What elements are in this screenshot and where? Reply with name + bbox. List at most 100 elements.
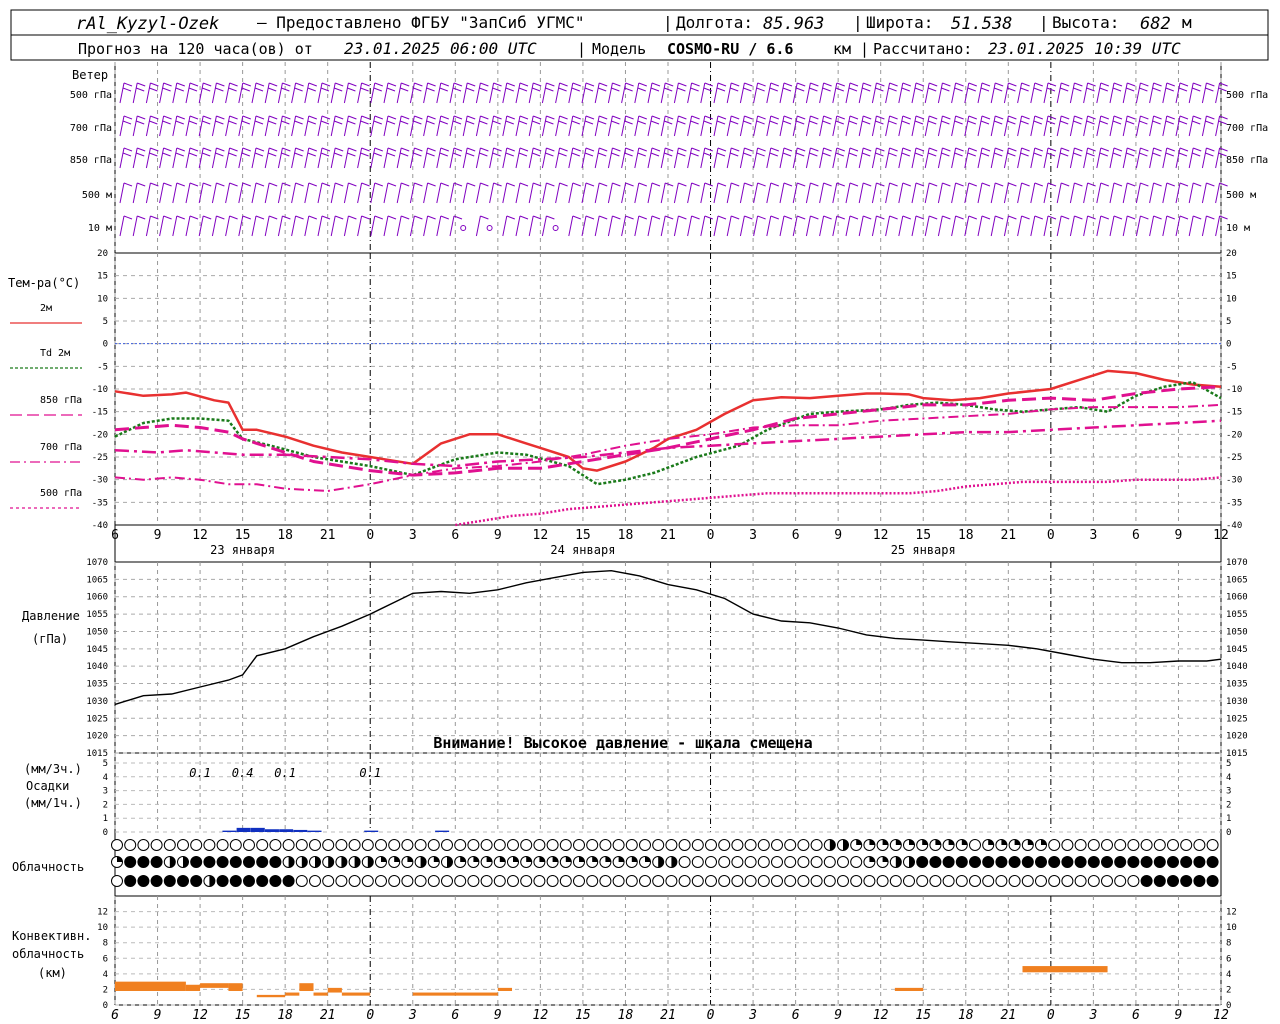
wind-barb-shaft	[1069, 215, 1075, 237]
wind-barb-shaft	[145, 82, 151, 104]
convective-cloud-panel: 12 1210 108 86 64 42 20 0	[97, 908, 1237, 1011]
cloud-quarter	[961, 839, 968, 845]
temp-tick-right: 0	[1226, 340, 1231, 350]
wind-barb-shaft	[383, 115, 389, 137]
wind-barb-flag	[546, 82, 555, 87]
wind-barb-flag	[941, 152, 950, 157]
wind-barb-shaft	[1030, 82, 1036, 104]
wind-barb-flag	[967, 120, 976, 125]
wind-barb-flag	[122, 152, 132, 157]
wind-barb-flag	[229, 182, 238, 187]
temp-tick-right: -30	[1226, 476, 1242, 486]
wind-barb-shaft	[317, 215, 323, 237]
cloud-symbol	[982, 856, 995, 868]
wind-barb-flag	[188, 152, 198, 157]
conv-tick-left: 6	[103, 954, 108, 964]
wind-barb-flag	[730, 87, 739, 92]
wind-barb-flag	[611, 152, 620, 157]
cloud-symbol	[203, 856, 216, 868]
wind-barb-shaft	[1109, 215, 1115, 237]
wind-barb-flag	[480, 215, 489, 220]
wind-barb-shaft	[159, 115, 165, 137]
wind-barb-shaft	[291, 115, 297, 137]
cloud-symbol	[876, 875, 889, 887]
wind-barb-shaft	[845, 115, 851, 137]
wind-barb-shaft	[132, 82, 138, 104]
wind-barb-shaft	[1122, 215, 1128, 237]
pressure-warning: Внимание! Высокое давление - шкала смеще…	[433, 734, 812, 752]
cloud-symbol	[903, 875, 915, 887]
wind-barb-shaft	[132, 215, 138, 237]
wind-barb-flag	[863, 82, 872, 87]
cloud-half	[315, 856, 321, 868]
wind-barb-shaft	[1109, 147, 1115, 169]
cloud-symbol	[1074, 839, 1087, 851]
wind-barb-flag	[848, 120, 858, 125]
wind-barb-flag	[914, 120, 924, 125]
wind-barb-flag	[215, 120, 224, 125]
model-name: COSMO-RU / 6.6	[667, 40, 793, 58]
wind-barb-flag	[1073, 87, 1082, 92]
cloud-symbol	[243, 839, 255, 851]
cloud-symbol	[256, 875, 269, 887]
wind-barb-shaft	[449, 147, 455, 169]
wind-barb-shaft	[607, 215, 613, 237]
cloud-symbol	[1114, 839, 1127, 851]
wind-barb-flag	[980, 87, 990, 92]
wind-barb-flag	[889, 147, 898, 152]
wind-barb-flag	[373, 152, 382, 157]
cloud-symbol	[1101, 875, 1113, 887]
cloud-symbol	[441, 875, 453, 887]
wind-barb-shaft	[449, 215, 455, 237]
wind-barb-flag	[308, 115, 317, 120]
cloud-panel	[111, 839, 1219, 887]
wind-barb-shaft	[555, 147, 561, 169]
wind-barb-flag	[797, 147, 806, 152]
cloud-symbol	[229, 856, 242, 868]
wind-barb-shaft	[555, 82, 561, 104]
wind-barb-flag	[255, 182, 265, 187]
cloud-quarter	[882, 856, 889, 862]
wind-barb-flag	[387, 215, 397, 220]
cloud-quarter	[645, 856, 651, 862]
wind-barb-flag	[1153, 215, 1162, 220]
wind-barb-shaft	[779, 182, 785, 204]
svg-text:|: |	[853, 13, 863, 32]
wind-barb-flag	[703, 120, 712, 125]
wind-barb-shaft	[607, 115, 613, 137]
wind-barb-flag	[849, 147, 859, 152]
cloud-half	[209, 875, 215, 887]
cloud-symbol	[995, 856, 1008, 868]
wind-barb-shaft	[1122, 82, 1128, 104]
wind-barb-flag	[439, 87, 448, 92]
wind-barb-flag	[914, 87, 924, 92]
wind-barb-flag	[598, 87, 607, 92]
wind-barb-flag	[361, 182, 370, 187]
wind-barb-shaft	[687, 182, 693, 204]
wind-barb-flag	[163, 182, 172, 187]
wind-barb-shaft	[211, 182, 217, 204]
cloud-symbol	[639, 839, 651, 851]
wind-barb-flag	[294, 152, 303, 157]
cloud-symbol	[1167, 856, 1179, 868]
wind-barb-shaft	[330, 215, 336, 237]
wind-barb-flag	[835, 87, 844, 92]
legend-label: 2м	[40, 303, 52, 314]
wind-barb-flag	[1008, 182, 1017, 187]
legend-label: 850 гПа	[40, 395, 82, 406]
wind-barb-shaft	[211, 147, 217, 169]
wind-barb-shaft	[766, 215, 772, 237]
wind-barb-flag	[901, 87, 910, 92]
svg-text:|: |	[1039, 13, 1049, 32]
hour-label: 6	[1132, 528, 1140, 543]
cloud-quarter	[407, 856, 413, 862]
wind-barb-flag	[612, 215, 621, 220]
wind-barb-shaft	[673, 115, 679, 137]
wind-barb-flag	[954, 120, 963, 125]
conv-tick-left: 10	[97, 923, 108, 933]
wind-barb-flag	[888, 87, 897, 92]
wind-barb-shaft	[1069, 115, 1075, 137]
hour-label: 0	[1047, 528, 1055, 543]
wind-barb-shaft	[317, 147, 323, 169]
cloud-symbol	[691, 856, 704, 868]
